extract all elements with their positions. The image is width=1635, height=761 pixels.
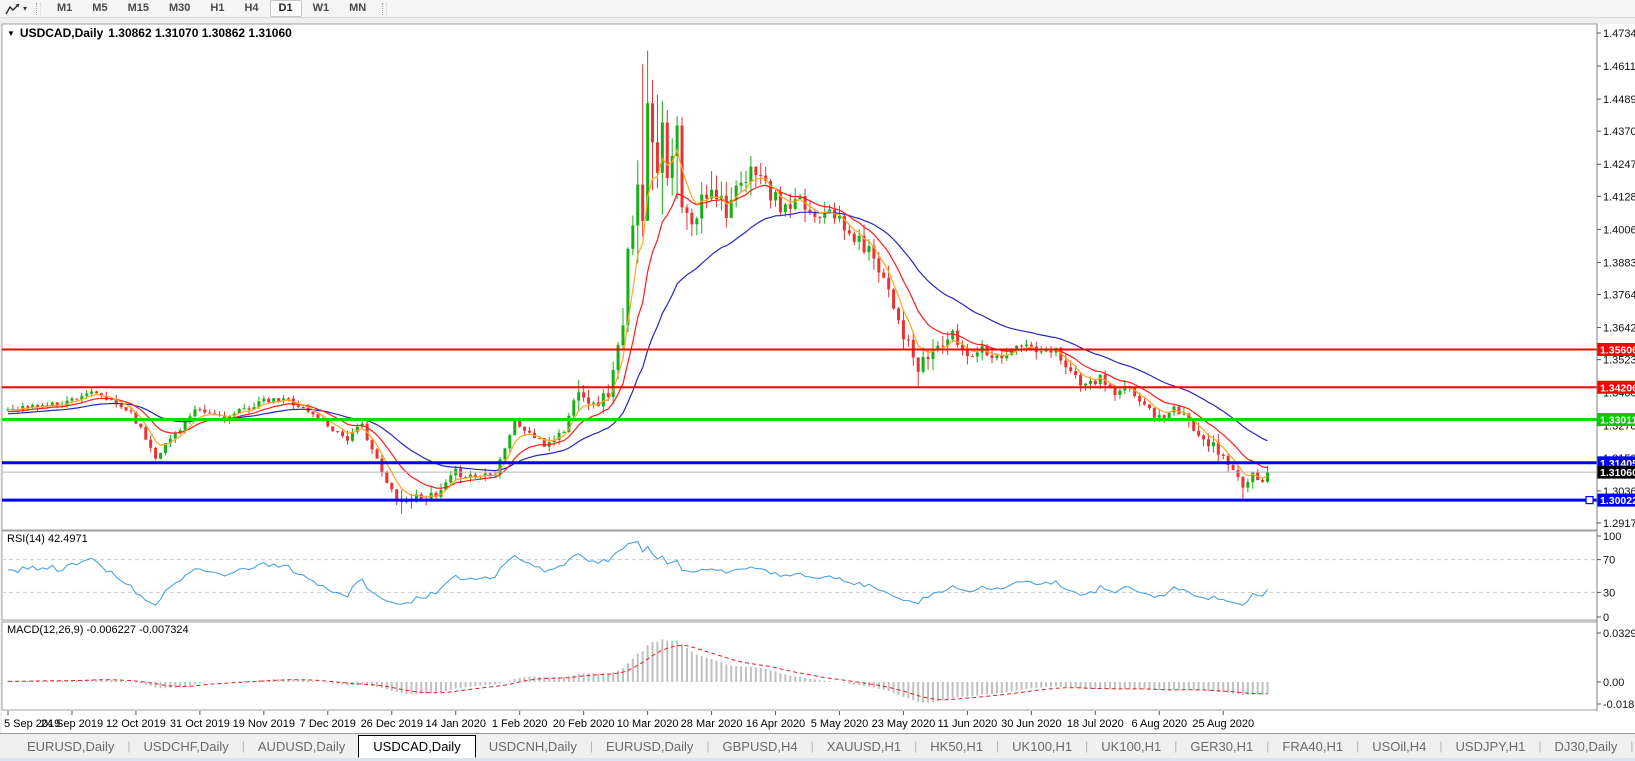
svg-text:1.43700: 1.43700	[1603, 126, 1635, 138]
svg-text:24 Sep 2019: 24 Sep 2019	[41, 718, 103, 730]
svg-text:26 Dec 2019: 26 Dec 2019	[361, 718, 423, 730]
timeframe-m15[interactable]: M15	[119, 0, 158, 17]
price-chart-canvas[interactable]: 1.47340 1.46115 1.44890 1.43700 1.42475 1.412…	[0, 18, 1635, 733]
trading-platform-window: { "icons": { "collapse": "▼", "toolbar_c…	[0, 0, 1635, 761]
svg-text:0: 0	[1603, 612, 1609, 624]
svg-text:1.46115: 1.46115	[1603, 61, 1635, 73]
chart-tool-group: ▾	[3, 0, 30, 18]
svg-text:7 Dec 2019: 7 Dec 2019	[300, 718, 356, 730]
svg-text:1.38835: 1.38835	[1603, 257, 1635, 269]
svg-text:1.29175: 1.29175	[1603, 518, 1635, 530]
tab-gbpusd-h4[interactable]: GBPUSD,H4	[709, 736, 810, 757]
price-tag-1.30022[interactable]: 1.30022	[1597, 493, 1635, 508]
svg-text:1 Feb 2020: 1 Feb 2020	[492, 718, 548, 730]
svg-text:18 Jul 2020: 18 Jul 2020	[1067, 718, 1124, 730]
svg-text:100: 100	[1603, 531, 1621, 543]
svg-text:1.35606: 1.35606	[1600, 344, 1635, 356]
svg-text:1.44890: 1.44890	[1603, 94, 1635, 106]
svg-text:-0.018153: -0.018153	[1603, 699, 1635, 711]
svg-text:70: 70	[1603, 555, 1615, 567]
timeframe-h1[interactable]: H1	[201, 0, 233, 17]
svg-text:11 Jun 2020: 11 Jun 2020	[938, 718, 998, 730]
timeframe-bar: M1 M5 M15 M30 H1 H4 D1 W1 MN	[47, 0, 376, 18]
chart-tab-bar: EURUSD,Daily | USDCHF,Daily | AUDUSD,Daily US…	[0, 733, 1635, 758]
chart-window: 1.47340 1.46115 1.44890 1.43700 1.42475 1.412…	[0, 18, 1635, 733]
svg-text:23 May 2020: 23 May 2020	[872, 718, 936, 730]
line-tool-icon[interactable]	[3, 1, 23, 17]
rsi-indicator-label: RSI(14) 42.4971	[7, 533, 88, 545]
svg-text:0.032977: 0.032977	[1603, 628, 1635, 640]
tab-usdchf-daily[interactable]: USDCHF,Daily	[131, 736, 242, 757]
svg-text:1.34206: 1.34206	[1600, 382, 1635, 394]
timeframe-m1[interactable]: M1	[48, 0, 81, 17]
svg-text:5 May 2020: 5 May 2020	[811, 718, 868, 730]
tab-eurusd-daily[interactable]: EURUSD,Daily	[14, 736, 127, 757]
svg-text:12 Oct 2019: 12 Oct 2019	[106, 718, 166, 730]
timeframe-d1[interactable]: D1	[269, 0, 302, 17]
svg-text:6 Aug 2020: 6 Aug 2020	[1131, 718, 1187, 730]
svg-text:1.36420: 1.36420	[1603, 323, 1635, 335]
timeframe-w1[interactable]: W1	[304, 0, 339, 17]
tab-xauusd-h1[interactable]: XAUUSD,H1	[814, 736, 914, 757]
svg-text:28 Mar 2020: 28 Mar 2020	[681, 718, 743, 730]
chart-symbol-label: USDCAD,Daily	[19, 26, 104, 40]
tab-fra40-h1[interactable]: FRA40,H1	[1269, 736, 1356, 757]
timeframe-m30[interactable]: M30	[160, 0, 199, 17]
tool-dropdown-icon[interactable]: ▾	[23, 4, 27, 13]
svg-text:1.47340: 1.47340	[1603, 28, 1635, 40]
chart-ohlc-values: 1.30862 1.31070 1.30862 1.31060	[108, 26, 292, 40]
timeframe-toolbar: ▾ M1 M5 M15 M30 H1 H4 D1 W1 MN	[0, 0, 1635, 18]
timeframe-h4[interactable]: H4	[235, 0, 267, 17]
svg-text:1.37645: 1.37645	[1603, 289, 1635, 301]
timeframe-mn[interactable]: MN	[340, 0, 375, 17]
svg-text:0.00: 0.00	[1603, 677, 1624, 689]
svg-text:30 Jun 2020: 30 Jun 2020	[1001, 718, 1062, 730]
tab-list: EURUSD,Daily | USDCHF,Daily | AUDUSD,Daily US…	[14, 734, 1635, 758]
tab-dj30-daily[interactable]: DJ30,Daily	[1542, 736, 1631, 757]
svg-text:14 Jan 2020: 14 Jan 2020	[425, 718, 486, 730]
svg-text:1.42475: 1.42475	[1603, 159, 1635, 171]
tab-eurusd-daily[interactable]: EURUSD,Daily	[593, 736, 706, 757]
price-tag-1.34206[interactable]: 1.34206	[1597, 380, 1635, 395]
price-tag-1.33011[interactable]: 1.33011	[1597, 412, 1635, 427]
tab-usdjpy-h1[interactable]: USDJPY,H1	[1443, 736, 1539, 757]
tab-audusd-daily[interactable]: AUDUSD,Daily	[245, 736, 358, 757]
svg-text:1.33011: 1.33011	[1600, 414, 1635, 426]
svg-text:16 Apr 2020: 16 Apr 2020	[746, 718, 805, 730]
svg-text:25 Aug 2020: 25 Aug 2020	[1192, 718, 1254, 730]
svg-text:1.31060: 1.31060	[1600, 467, 1635, 479]
svg-text:31 Oct 2019: 31 Oct 2019	[170, 718, 230, 730]
svg-text:20 Feb 2020: 20 Feb 2020	[553, 718, 615, 730]
tab-usdcad-daily[interactable]: USDCAD,Daily	[358, 734, 476, 758]
tab-ger30-h1[interactable]: GER30,H1	[1177, 736, 1266, 757]
tab-uk100-h1[interactable]: UK100,H1	[999, 736, 1085, 757]
tab-uk100-h1[interactable]: UK100,H1	[1088, 736, 1174, 757]
toolbar-grip-end	[382, 2, 388, 15]
toolbar-grip	[36, 2, 42, 15]
tab-hk50-h1[interactable]: HK50,H1	[917, 736, 996, 757]
svg-text:10 Mar 2020: 10 Mar 2020	[617, 718, 679, 730]
macd-indicator-label: MACD(12,26,9) -0.006227 -0.007324	[7, 624, 189, 636]
hline-handle[interactable]	[1585, 496, 1594, 505]
svg-text:1.30022: 1.30022	[1600, 495, 1635, 507]
svg-text:1.41285: 1.41285	[1603, 191, 1635, 203]
tab-usdcnh-daily[interactable]: USDCNH,Daily	[476, 736, 590, 757]
svg-text:30: 30	[1603, 587, 1615, 599]
price-tag-1.31060[interactable]: 1.31060	[1597, 465, 1635, 480]
svg-text:1.40060: 1.40060	[1603, 224, 1635, 236]
price-tag-1.35606[interactable]: 1.35606	[1597, 342, 1635, 357]
svg-text:19 Nov 2019: 19 Nov 2019	[233, 718, 295, 730]
tab-usoil-h4[interactable]: USOil,H4	[1359, 736, 1439, 757]
timeframe-m5[interactable]: M5	[83, 0, 116, 17]
chart-title: ▼ USDCAD,Daily 1.30862 1.31070 1.30862 1…	[7, 26, 292, 40]
collapse-chart-icon[interactable]: ▼	[7, 29, 15, 38]
